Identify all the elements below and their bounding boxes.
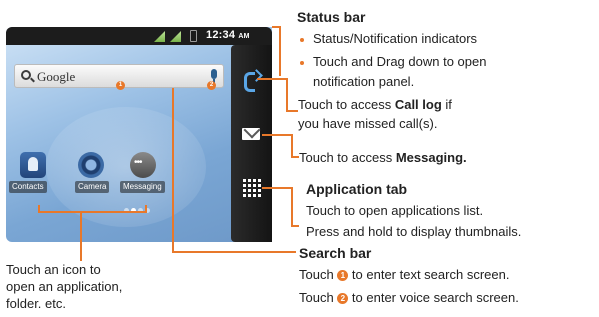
bullet: [300, 61, 304, 65]
search-icon: [21, 70, 31, 80]
badge-2: 2: [207, 81, 216, 90]
connector-line: [291, 225, 299, 227]
connector-line: [172, 88, 174, 252]
connector-line: [145, 205, 147, 213]
connector-line: [172, 251, 296, 253]
status-time: 12:34 AM: [206, 29, 250, 41]
envelope-messaging-icon[interactable]: [241, 124, 261, 144]
icons-annotation-line-1: Touch an icon to: [6, 262, 101, 277]
status-bar[interactable]: 12:34 AM: [6, 27, 272, 45]
search-line-2-suffix: to enter voice search screen.: [348, 290, 519, 305]
connector-line: [291, 187, 293, 227]
status-bar-title: Status bar: [297, 9, 366, 25]
messaging-annotation: Touch to access Messaging.: [299, 150, 467, 165]
connector-line: [291, 134, 293, 158]
badge-2-inline: 2: [337, 293, 349, 304]
call-log-line-1: Touch to access Call log if: [298, 97, 452, 112]
call-log-line-2: you have missed call(s).: [298, 116, 438, 131]
status-bar-bullet-1: Status/Notification indicators: [313, 31, 478, 46]
connector-line: [291, 156, 299, 158]
search-bar-line-2: Touch 2 to enter voice search screen.: [299, 290, 519, 305]
connector-line: [38, 211, 146, 213]
search-bar-line-1: Touch 1 to enter text search screen.: [299, 267, 509, 282]
signal-icon: [154, 31, 165, 42]
connector-line: [80, 211, 82, 261]
app-grid-icon[interactable]: [241, 177, 261, 197]
call-log-suffix: if: [441, 97, 452, 112]
connector-line: [257, 78, 287, 80]
status-bar-bullet-2-line-1: Touch and Drag down to open: [313, 54, 487, 69]
connector-line: [262, 187, 292, 189]
status-time-value: 12:34: [206, 29, 236, 41]
call-log-bold: Call log: [394, 97, 442, 112]
status-ampm: AM: [238, 33, 250, 40]
signal-icon: [170, 31, 181, 42]
search-bar-title: Search bar: [299, 245, 372, 261]
call-log-prefix: Touch to access: [298, 97, 395, 112]
search-label: Google: [37, 69, 76, 84]
messaging-icon[interactable]: [130, 152, 156, 178]
battery-icon: [190, 30, 197, 42]
camera-icon[interactable]: [78, 152, 104, 178]
bullet: [300, 38, 304, 42]
application-tab-line-1: Touch to open applications list.: [306, 203, 484, 218]
search-line-1-suffix: to enter text search screen.: [348, 267, 510, 282]
badge-1: 1: [116, 81, 125, 90]
connector-line: [262, 134, 292, 136]
badge-1-inline: 1: [337, 270, 349, 281]
contacts-icon[interactable]: [20, 152, 46, 178]
connector-line: [286, 110, 298, 112]
connector-line: [286, 78, 288, 112]
application-tab-title: Application tab: [306, 181, 408, 197]
messaging-bold: Messaging.: [395, 150, 467, 165]
app-label-messaging[interactable]: Messaging: [120, 181, 165, 193]
search-line-2-prefix: Touch: [299, 290, 338, 305]
icons-annotation-line-3: folder. etc.: [6, 296, 66, 311]
app-label-contacts[interactable]: Contacts: [9, 181, 47, 193]
connector-line: [279, 26, 281, 76]
microphone-icon[interactable]: [211, 69, 217, 83]
application-tab-line-2: Press and hold to display thumbnails.: [306, 224, 522, 239]
messaging-prefix: Touch to access: [299, 150, 396, 165]
status-bar-bullet-2-line-2: notification panel.: [313, 74, 415, 89]
app-label-camera[interactable]: Camera: [75, 181, 110, 193]
icons-annotation-line-2: open an application,: [6, 279, 123, 294]
search-line-1-prefix: Touch: [299, 267, 338, 282]
